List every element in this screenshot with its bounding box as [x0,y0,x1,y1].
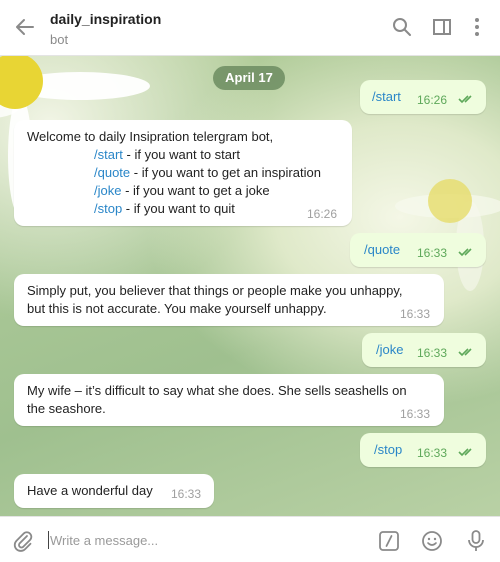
welcome-text: Welcome to daily Insipration telergram b… [27,129,274,144]
search-icon[interactable] [391,16,413,38]
message-text: the seashore. [27,401,106,416]
slash-command-icon[interactable] [378,530,400,552]
message-time: 16:33 [400,307,431,321]
command-line: /start - if you want to start [94,147,240,162]
command-link[interactable]: /joke [94,183,121,198]
command-description: - if you want to get a joke [121,183,270,198]
sidebar-toggle-icon[interactable] [431,16,453,38]
outgoing-message[interactable]: /quote 16:33 [350,233,486,267]
command-line: /quote - if you want to get an inspirati… [94,165,321,180]
microphone-icon[interactable] [465,529,487,553]
message-text: My wife – it’s difficult to say what she… [27,383,407,398]
command-link[interactable]: /stop [374,442,402,457]
double-check-icon [458,95,472,104]
message-time: 16:26 [417,93,448,107]
command-description: - if you want to start [122,147,240,162]
outgoing-message[interactable]: /stop 16:33 [360,433,486,467]
command-description: - if you want to get an inspiration [130,165,321,180]
chat-header: daily_inspiration bot [0,0,500,56]
incoming-message[interactable]: Welcome to daily Insipration telergram b… [14,120,352,226]
outgoing-message[interactable]: /start 16:26 [360,80,486,114]
command-link[interactable]: /quote [94,165,130,180]
chat-subtitle: bot [50,32,69,47]
incoming-message[interactable]: My wife – it’s difficult to say what she… [14,374,444,426]
message-time: 16:26 [307,207,338,221]
command-link[interactable]: /joke [376,342,403,357]
message-text: Simply put, you believer that things or … [27,283,403,298]
command-line: /stop - if you want to quit [94,201,235,216]
message-time: 16:33 [417,446,448,460]
command-line: /joke - if you want to get a joke [94,183,270,198]
more-vertical-icon[interactable] [466,16,488,38]
message-list[interactable]: April 17 /start 16:26 Welcome to daily I… [0,56,500,516]
double-check-icon [458,248,472,257]
command-link[interactable]: /start [372,89,401,104]
text-caret [48,531,49,549]
command-description: - if you want to quit [122,201,235,216]
incoming-message[interactable]: Simply put, you believer that things or … [14,274,444,326]
message-text: Have a wonderful day [27,483,153,498]
chat-title[interactable]: daily_inspiration [50,11,161,27]
message-text: but this is not accurate. You make yours… [27,301,327,316]
emoji-icon[interactable] [421,530,443,552]
arrow-left-icon[interactable] [14,16,36,38]
message-time: 16:33 [171,487,202,501]
double-check-icon [458,348,472,357]
message-time: 16:33 [417,246,448,260]
message-composer: Write a message... [0,516,500,562]
command-link[interactable]: /start [94,147,123,162]
paperclip-icon[interactable] [12,530,34,552]
command-link[interactable]: /quote [364,242,400,257]
message-time: 16:33 [417,346,448,360]
double-check-icon [458,448,472,457]
command-link[interactable]: /stop [94,201,122,216]
incoming-message[interactable]: Have a wonderful day 16:33 [14,474,214,508]
date-separator: April 17 [213,66,285,90]
message-time: 16:33 [400,407,431,421]
message-input[interactable]: Write a message... [50,533,158,548]
outgoing-message[interactable]: /joke 16:33 [362,333,486,367]
